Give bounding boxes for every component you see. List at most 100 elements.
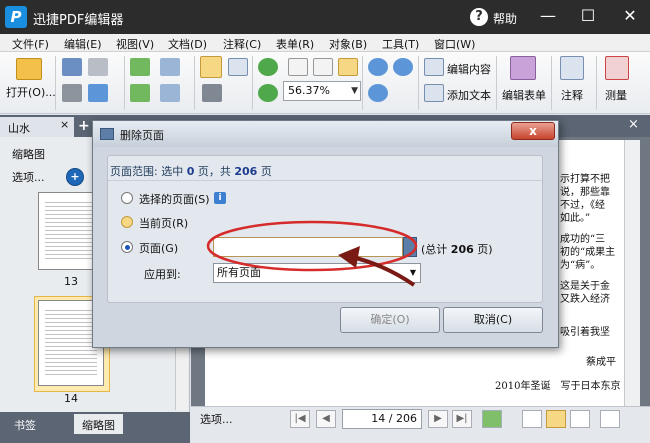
edit-form-icon[interactable] xyxy=(510,56,536,80)
toolbar-separator xyxy=(496,56,497,110)
layout-options-icon[interactable] xyxy=(600,410,620,428)
edit-content-button[interactable]: 编辑内容 xyxy=(447,61,491,77)
toolbar-separator xyxy=(418,56,419,110)
document-scrollbar[interactable] xyxy=(624,140,640,406)
first-page-button[interactable]: |◀ xyxy=(290,410,310,428)
close-tab-icon[interactable]: × xyxy=(60,118,69,131)
close-document-icon[interactable]: × xyxy=(628,117,639,132)
add-thumbnail-icon[interactable]: + xyxy=(66,168,84,186)
ok-button[interactable]: 确定(O) xyxy=(340,307,440,333)
last-page-button[interactable]: ▶| xyxy=(452,410,472,428)
page-range-summary: 页面范围: 选中 0 页，共 206 页 xyxy=(110,163,272,179)
zoom-out-icon[interactable] xyxy=(393,58,413,76)
zoom-select[interactable]: 56.37% ▼ xyxy=(283,81,361,101)
open-button[interactable]: 打开(O)... xyxy=(6,84,56,100)
help-icon[interactable]: ? xyxy=(470,8,488,26)
page-back-icon[interactable] xyxy=(130,58,150,76)
save-icon[interactable] xyxy=(62,58,82,76)
tab-thumbnails[interactable]: 缩略图 xyxy=(74,414,123,434)
app-logo: P xyxy=(5,6,27,28)
radio-selected-pages[interactable] xyxy=(121,192,133,204)
fit-page-icon[interactable] xyxy=(313,58,333,76)
page-text-line: 又跌入经济 xyxy=(560,294,610,305)
total-pages-label: (总计 206 页) xyxy=(421,241,493,257)
panel-title: 缩略图 xyxy=(12,148,45,161)
comment-icon[interactable] xyxy=(560,56,584,80)
menu-file[interactable]: 文件(F) xyxy=(12,36,49,52)
thumbnail-number: 13 xyxy=(64,275,78,288)
minimize-button[interactable]: — xyxy=(535,4,561,28)
single-page-icon[interactable] xyxy=(522,410,542,428)
chevron-down-icon: ▼ xyxy=(409,268,416,277)
tab-bookmarks[interactable]: 书签 xyxy=(6,414,44,434)
menu-tools[interactable]: 工具(T) xyxy=(382,36,419,52)
menu-edit[interactable]: 编辑(E) xyxy=(64,36,102,52)
apply-to-select[interactable]: 所有页面 ▼ xyxy=(213,263,421,283)
hand-tool-icon[interactable] xyxy=(200,56,222,78)
pages-range-input[interactable] xyxy=(213,237,403,257)
dialog-title: 删除页面 xyxy=(120,129,164,142)
info-icon[interactable]: i xyxy=(214,192,226,204)
apply-to-value: 所有页面 xyxy=(217,266,261,279)
dialog-icon xyxy=(100,128,114,140)
redo-icon[interactable] xyxy=(160,84,180,102)
continuous-page-icon[interactable] xyxy=(546,410,566,428)
radio-pages[interactable] xyxy=(121,241,133,253)
email-icon[interactable] xyxy=(88,84,108,102)
panel-tab-bar: 书签 缩略图 xyxy=(0,412,190,443)
go-back-icon[interactable] xyxy=(482,410,502,428)
toolbar-separator xyxy=(194,56,195,110)
add-text-icon[interactable] xyxy=(424,84,444,102)
total-suffix: 页) xyxy=(473,243,493,256)
toolbar-separator xyxy=(55,56,56,110)
pages-picker-button[interactable] xyxy=(403,237,417,257)
comment-button[interactable]: 注释 xyxy=(561,87,583,103)
actual-size-icon[interactable] xyxy=(288,58,308,76)
radio-current-page[interactable] xyxy=(121,216,133,228)
add-tab-icon[interactable]: + xyxy=(78,118,90,134)
menu-comment[interactable]: 注释(C) xyxy=(223,36,261,52)
page-forward-icon[interactable] xyxy=(130,84,150,102)
document-tab-label: 山水 xyxy=(8,122,30,135)
cancel-button[interactable]: 取消(C) xyxy=(443,307,543,333)
menu-form[interactable]: 表单(R) xyxy=(276,36,314,52)
measure-button[interactable]: 测量 xyxy=(605,87,627,103)
print-icon[interactable] xyxy=(62,84,82,102)
edit-content-icon[interactable] xyxy=(424,58,444,76)
toolbar-separator xyxy=(596,56,597,110)
previous-page-button[interactable]: ◀ xyxy=(316,410,336,428)
help-button[interactable]: 帮助 xyxy=(493,10,517,27)
close-window-button[interactable]: ✕ xyxy=(617,4,643,28)
title-bar: P 迅捷PDF编辑器 ? 帮助 — ☐ ✕ xyxy=(0,0,650,34)
facing-page-icon[interactable] xyxy=(570,410,590,428)
edit-form-button[interactable]: 编辑表单 xyxy=(502,87,546,103)
zoom-in-icon[interactable] xyxy=(368,84,388,102)
add-text-button[interactable]: 添加文本 xyxy=(447,87,491,103)
nav-options-select[interactable]: 选项... xyxy=(200,411,233,427)
maximize-button[interactable]: ☐ xyxy=(575,4,601,28)
menu-object[interactable]: 对象(B) xyxy=(329,36,367,52)
toolbar-separator xyxy=(252,56,253,110)
open-folder-icon[interactable] xyxy=(16,58,42,80)
panel-options-select[interactable]: 选项... xyxy=(12,169,45,185)
menu-view[interactable]: 视图(V) xyxy=(116,36,154,52)
scanner-icon[interactable] xyxy=(88,58,108,76)
fit-width-icon[interactable] xyxy=(338,58,358,76)
menu-document[interactable]: 文档(D) xyxy=(168,36,207,52)
select-text-icon[interactable] xyxy=(228,58,248,76)
apply-to-label: 应用到: xyxy=(144,268,181,281)
page-total: 206 xyxy=(396,412,417,425)
measure-icon[interactable] xyxy=(605,56,629,80)
next-page-button[interactable]: ▶ xyxy=(428,410,448,428)
dialog-close-button[interactable]: x xyxy=(511,122,555,140)
zoom-tool-icon[interactable] xyxy=(368,58,388,76)
page-number-input[interactable]: 14 / 206 xyxy=(342,409,422,429)
rotate-left-icon[interactable] xyxy=(258,84,278,102)
option-pages-label: 页面(G) xyxy=(139,242,179,255)
undo-icon[interactable] xyxy=(160,58,180,76)
toolbar-separator xyxy=(362,56,363,110)
rotate-right-icon[interactable] xyxy=(258,58,278,76)
snapshot-icon[interactable] xyxy=(202,84,222,102)
thumbnail-content xyxy=(45,199,97,259)
menu-window[interactable]: 窗口(W) xyxy=(434,36,475,52)
